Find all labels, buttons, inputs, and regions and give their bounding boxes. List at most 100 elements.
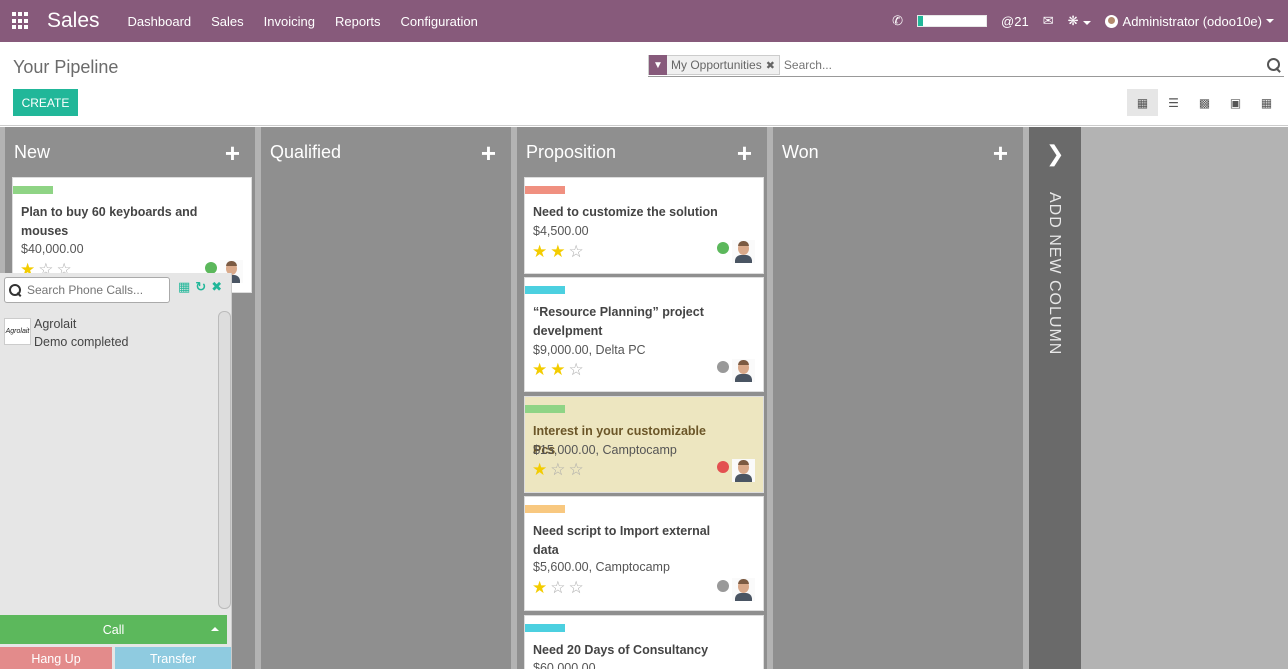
card-status[interactable] bbox=[717, 461, 729, 473]
star-filled-icon[interactable]: ★ bbox=[532, 460, 550, 479]
menu-configuration[interactable]: Configuration bbox=[401, 14, 478, 29]
progress-bar[interactable] bbox=[917, 15, 988, 27]
add-column[interactable]: ❯ ADD NEW COLUMN bbox=[1029, 127, 1081, 669]
call-label: Call bbox=[102, 622, 125, 637]
salesperson-avatar bbox=[732, 359, 755, 382]
menu-sales[interactable]: Sales bbox=[211, 14, 244, 29]
hang-up-button[interactable]: Hang Up bbox=[0, 647, 112, 669]
user-avatar bbox=[1104, 14, 1118, 28]
card-tag bbox=[525, 624, 565, 632]
card-priority[interactable]: ★★☆ bbox=[532, 361, 587, 379]
phone-call-item[interactable]: Agrolait Agrolait Demo completed bbox=[2, 317, 216, 349]
card-priority[interactable]: ★★☆ bbox=[532, 243, 587, 261]
board-background bbox=[1081, 127, 1288, 669]
menu-invoicing[interactable]: Invoicing bbox=[264, 14, 315, 29]
chevron-right-icon: ❯ bbox=[1046, 141, 1065, 166]
close-icon[interactable]: ✖ bbox=[211, 279, 222, 295]
opportunity-card[interactable]: “Resource Planning” project develpment $… bbox=[524, 277, 764, 392]
user-menu[interactable]: Administrator (odoo10e) bbox=[1104, 14, 1274, 29]
opportunity-card[interactable]: Interest in your customizable Pcs $15,00… bbox=[524, 396, 764, 493]
card-priority[interactable]: ★☆☆ bbox=[532, 579, 587, 597]
card-title: Need 20 Days of Consultancy bbox=[533, 643, 709, 657]
opportunity-card[interactable]: Need script to Import external data $5,6… bbox=[524, 496, 764, 611]
phone-search-input[interactable] bbox=[27, 283, 167, 297]
opportunity-card[interactable]: Need 20 Days of Consultancy $60,000.00 bbox=[524, 615, 764, 669]
close-icon[interactable]: ✖ bbox=[766, 59, 779, 72]
salesperson-avatar bbox=[732, 240, 755, 263]
quick-create-icon[interactable]: + bbox=[993, 140, 1008, 166]
column-won: Won + bbox=[773, 127, 1023, 669]
salesperson-avatar bbox=[732, 459, 755, 482]
opportunity-card[interactable]: Need to customize the solution $4,500.00… bbox=[524, 177, 764, 274]
card-tag bbox=[525, 405, 565, 413]
card-amount: $9,000.00, Delta PC bbox=[533, 343, 646, 357]
column-qualified: Qualified + bbox=[261, 127, 511, 669]
star-filled-icon[interactable]: ★ bbox=[532, 242, 550, 261]
card-title: Need to customize the solution bbox=[533, 205, 718, 219]
create-button[interactable]: CREATE bbox=[13, 89, 78, 116]
star-empty-icon[interactable]: ☆ bbox=[569, 242, 587, 261]
card-amount: $15,000.00, Camptocamp bbox=[533, 443, 677, 457]
column-title[interactable]: New bbox=[14, 142, 50, 163]
progress-fill bbox=[918, 16, 924, 26]
search-icon bbox=[9, 284, 21, 296]
star-filled-icon[interactable]: ★ bbox=[550, 360, 568, 379]
menu-reports[interactable]: Reports bbox=[335, 14, 381, 29]
phone-scrollbar[interactable] bbox=[218, 311, 231, 609]
star-filled-icon[interactable]: ★ bbox=[532, 578, 550, 597]
card-title: “Resource Planning” project develpment bbox=[533, 305, 704, 338]
card-amount: $5,600.00, Camptocamp bbox=[533, 560, 670, 574]
quick-create-icon[interactable]: + bbox=[737, 140, 752, 166]
star-filled-icon[interactable]: ★ bbox=[550, 242, 568, 261]
table-icon[interactable]: ▦ bbox=[178, 279, 190, 295]
column-title[interactable]: Won bbox=[782, 142, 819, 163]
search-bar: ▼ My Opportunities ✖ bbox=[648, 54, 1284, 77]
card-title: Need script to Import external data bbox=[533, 524, 711, 557]
graph-view-button[interactable]: ▩ bbox=[1189, 89, 1220, 116]
search-input[interactable] bbox=[783, 58, 1267, 72]
star-empty-icon[interactable]: ☆ bbox=[550, 460, 568, 479]
app-brand[interactable]: Sales bbox=[47, 9, 100, 33]
transfer-button[interactable]: Transfer bbox=[115, 647, 231, 669]
page-title: Your Pipeline bbox=[13, 57, 119, 77]
refresh-icon[interactable]: ↻ bbox=[195, 279, 206, 295]
add-column-label: ADD NEW COLUMN bbox=[1046, 192, 1063, 356]
search-icon[interactable] bbox=[1267, 58, 1281, 72]
star-empty-icon[interactable]: ☆ bbox=[569, 360, 587, 379]
apps-menu-icon[interactable] bbox=[12, 12, 30, 30]
card-title: Plan to buy 60 keyboards and mouses bbox=[21, 205, 198, 238]
phone-toolbar: ▦ ↻ ✖ bbox=[178, 279, 227, 295]
card-status[interactable] bbox=[717, 580, 729, 592]
facet-label: My Opportunities bbox=[671, 58, 762, 72]
menu-dashboard[interactable]: Dashboard bbox=[128, 14, 192, 29]
pivot-view-button[interactable]: ▦ bbox=[1251, 89, 1282, 116]
star-empty-icon[interactable]: ☆ bbox=[569, 578, 587, 597]
column-title[interactable]: Qualified bbox=[270, 142, 341, 163]
chevron-down-icon bbox=[1266, 19, 1274, 23]
kanban-view-button[interactable]: ▦ bbox=[1127, 89, 1158, 116]
card-tag bbox=[525, 186, 565, 194]
call-partner-name: Agrolait bbox=[34, 317, 77, 331]
quick-create-icon[interactable]: + bbox=[481, 140, 496, 166]
star-empty-icon[interactable]: ☆ bbox=[550, 578, 568, 597]
mentions-counter[interactable]: @21 bbox=[1001, 14, 1029, 29]
star-empty-icon[interactable]: ☆ bbox=[569, 460, 587, 479]
phone-icon[interactable]: ✆ bbox=[892, 13, 903, 29]
filter-icon: ▼ bbox=[649, 55, 667, 75]
card-amount: $60,000.00 bbox=[533, 661, 596, 669]
quick-create-icon[interactable]: + bbox=[225, 140, 240, 166]
search-facet[interactable]: ▼ My Opportunities ✖ bbox=[648, 55, 780, 75]
chevron-up-icon[interactable] bbox=[211, 627, 219, 631]
card-priority[interactable]: ★☆☆ bbox=[532, 461, 587, 479]
list-view-button[interactable]: ☰ bbox=[1158, 89, 1189, 116]
card-status[interactable] bbox=[717, 242, 729, 254]
star-filled-icon[interactable]: ★ bbox=[532, 360, 550, 379]
call-button[interactable]: Call bbox=[0, 615, 227, 644]
phone-search-box[interactable] bbox=[4, 277, 170, 303]
chat-icon[interactable]: ✉ bbox=[1043, 13, 1054, 29]
bug-icon[interactable]: ❋ bbox=[1068, 13, 1091, 29]
scrollbar[interactable] bbox=[1284, 127, 1288, 669]
column-title[interactable]: Proposition bbox=[526, 142, 616, 163]
calendar-view-button[interactable]: ▣ bbox=[1220, 89, 1251, 116]
card-status[interactable] bbox=[717, 361, 729, 373]
